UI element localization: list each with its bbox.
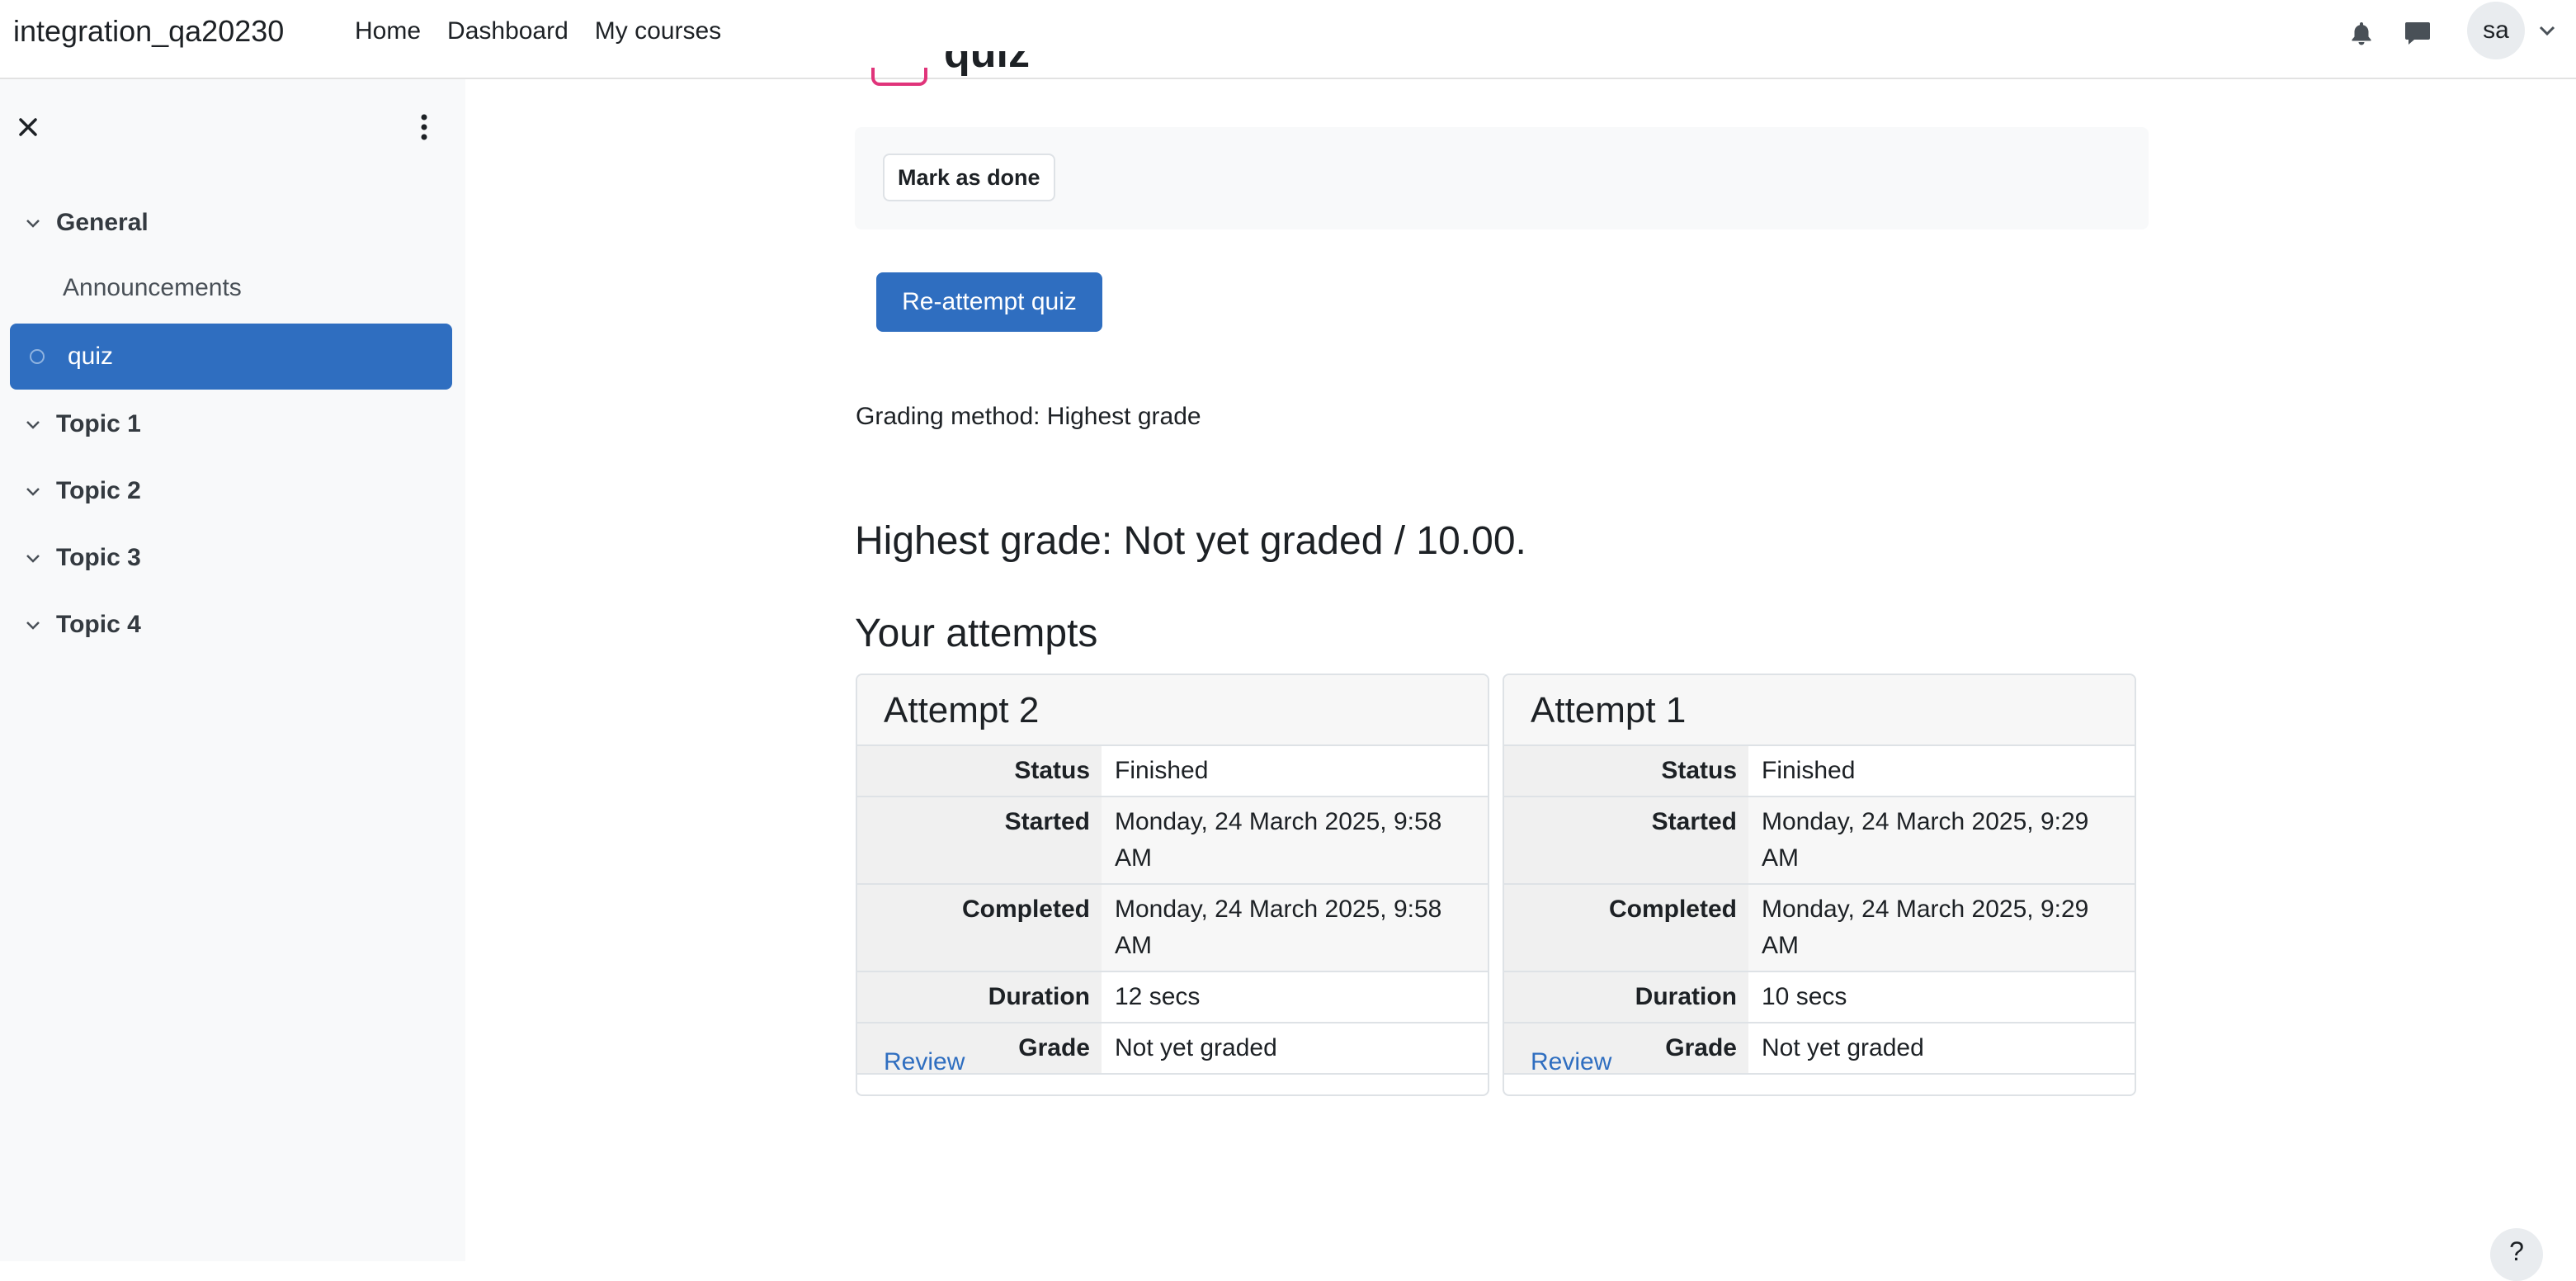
activity-quiz-active[interactable]: quiz [10,324,452,390]
section-label[interactable]: Topic 4 [56,611,141,639]
attempt-row-duration: Duration 10 secs [1504,972,2135,1023]
row-value: Monday, 24 March 2025, 9:29 AM [1748,797,2135,883]
attempt-card-header: Attempt 2 [857,675,1488,746]
row-value: Not yet graded [1748,1023,2135,1073]
activity-completion-bar: Mark as done [855,127,2149,229]
attempt-title: Attempt 2 [884,690,1040,730]
top-navbar: integration_qa20230 Home Dashboard My co… [0,0,2576,79]
attempt-card-header: Attempt 1 [1504,675,2135,746]
section-label[interactable]: General [56,209,149,237]
attempt-row-started: Started Monday, 24 March 2025, 9:58 AM [857,797,1488,885]
row-label: Status [1504,746,1748,796]
section-label[interactable]: Topic 1 [56,410,141,438]
row-label: Duration [1504,972,1748,1022]
attempt-title: Attempt 1 [1531,690,1687,730]
row-value: Monday, 24 March 2025, 9:29 AM [1748,885,2135,971]
row-label: Started [1504,797,1748,883]
row-label: Started [857,797,1102,883]
nav-my-courses-link[interactable]: My courses [595,15,721,48]
bell-icon[interactable] [2345,17,2378,50]
row-value: Finished [1102,746,1488,796]
quiz-icon [871,68,927,86]
activity-announcements[interactable]: Announcements [63,274,242,302]
course-index-drawer: General Announcements quiz Topic 1 Topic… [0,79,465,1261]
row-value: Monday, 24 March 2025, 9:58 AM [1102,885,1488,971]
help-button[interactable]: ? [2490,1228,2543,1281]
nav-home-link[interactable]: Home [355,15,421,48]
section-topic-4[interactable]: Topic 4 [0,600,141,650]
site-name[interactable]: integration_qa20230 [13,13,284,50]
page-title: quiz [944,51,1030,77]
attempt-row-duration: Duration 12 secs [857,972,1488,1023]
attempt-row-completed: Completed Monday, 24 March 2025, 9:29 AM [1504,885,2135,972]
row-value: Monday, 24 March 2025, 9:58 AM [1102,797,1488,883]
row-label: Completed [1504,885,1748,971]
primary-navigation: Home Dashboard My courses [355,15,748,48]
chevron-down-icon[interactable] [2535,18,2559,43]
section-general[interactable]: General [0,198,149,248]
reattempt-quiz-button[interactable]: Re-attempt quiz [876,272,1102,332]
close-icon[interactable] [15,114,41,140]
attempt-row-status: Status Finished [857,746,1488,797]
chevron-down-icon[interactable] [23,213,43,233]
section-topic-2[interactable]: Topic 2 [0,466,141,516]
row-label: Duration [857,972,1102,1022]
chevron-down-icon[interactable] [23,615,43,635]
chevron-down-icon[interactable] [23,548,43,568]
attempt-row-started: Started Monday, 24 March 2025, 9:29 AM [1504,797,2135,885]
row-value: Not yet graded [1102,1023,1488,1073]
section-label[interactable]: Topic 3 [56,544,141,572]
review-link[interactable]: Review [1531,1048,1611,1076]
row-label: Completed [857,885,1102,971]
review-link[interactable]: Review [884,1048,965,1076]
row-value: Finished [1748,746,2135,796]
user-avatar[interactable]: sa [2467,2,2525,59]
row-value: 10 secs [1748,972,2135,1022]
page-title-partial: quiz [944,51,1043,84]
section-topic-3[interactable]: Topic 3 [0,533,141,583]
section-label[interactable]: Topic 2 [56,477,141,505]
row-value: 12 secs [1102,972,1488,1022]
attempt-card: Attempt 1 Status Finished Started Monday… [1503,674,2136,1096]
chat-icon[interactable] [2401,17,2434,50]
grading-method: Grading method: Highest grade [856,403,1201,430]
highest-grade-heading: Highest grade: Not yet graded / 10.00. [855,519,1526,563]
your-attempts-heading: Your attempts [855,612,1098,655]
attempt-card: Attempt 2 Status Finished Started Monday… [856,674,1489,1096]
section-topic-1[interactable]: Topic 1 [0,399,141,449]
completion-status-icon [30,349,45,364]
nav-dashboard-link[interactable]: Dashboard [447,15,569,48]
mark-as-done-button[interactable]: Mark as done [883,154,1055,201]
chevron-down-icon[interactable] [23,481,43,501]
attempt-row-completed: Completed Monday, 24 March 2025, 9:58 AM [857,885,1488,972]
more-options-icon[interactable] [411,112,437,142]
chevron-down-icon[interactable] [23,414,43,434]
attempt-row-status: Status Finished [1504,746,2135,797]
row-label: Status [857,746,1102,796]
activity-label[interactable]: quiz [68,343,113,371]
